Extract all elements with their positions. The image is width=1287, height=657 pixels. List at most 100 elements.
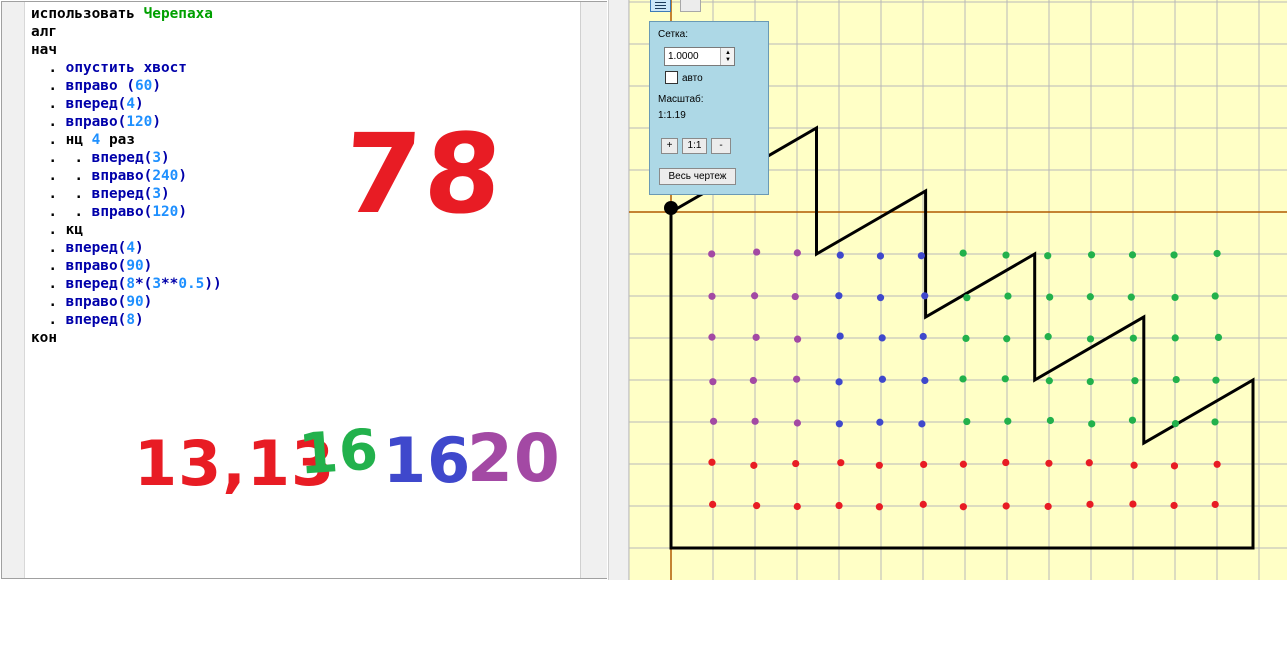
- spin-down-icon[interactable]: ▼: [725, 57, 731, 63]
- code-token: (: [144, 186, 153, 202]
- code-line[interactable]: . вперед(8*(3**0.5)): [31, 275, 222, 293]
- code-token: 3: [152, 276, 161, 292]
- count-dot: [1002, 251, 1009, 258]
- code-token: вперед: [66, 96, 118, 112]
- code-token: .: [31, 240, 66, 256]
- code-token: .: [31, 96, 66, 112]
- count-dot: [750, 377, 757, 384]
- count-dot: [836, 420, 843, 427]
- zoom-out-button[interactable]: -: [711, 138, 731, 154]
- zoom-in-button[interactable]: +: [661, 138, 678, 154]
- count-dot: [918, 252, 925, 259]
- code-line[interactable]: . вперед(4): [31, 95, 222, 113]
- code-token: (: [144, 168, 153, 184]
- count-dot: [1004, 418, 1011, 425]
- code-token: 3: [152, 150, 161, 166]
- count-dot: [921, 292, 928, 299]
- code-token: .: [31, 132, 66, 148]
- spin-up-icon[interactable]: ▲: [725, 50, 731, 56]
- count-dot: [1002, 459, 1009, 466]
- code-editor[interactable]: использовать Черепаха алг нач . опустить х…: [1, 1, 607, 579]
- count-dot: [753, 248, 760, 255]
- count-dot: [708, 459, 715, 466]
- count-dot: [794, 503, 801, 510]
- code-line[interactable]: кон: [31, 329, 222, 347]
- count-dot: [963, 294, 970, 301]
- code-token: опустить хвост: [66, 60, 187, 76]
- code-token: ): [178, 168, 187, 184]
- code-token: 3: [152, 186, 161, 202]
- annotation-count-blue: 16: [383, 424, 471, 497]
- count-dot: [835, 292, 842, 299]
- count-dot: [1172, 420, 1179, 427]
- code-line[interactable]: нач: [31, 41, 222, 59]
- code-token: ): [144, 258, 153, 274]
- code-line[interactable]: . вправо(90): [31, 257, 222, 275]
- count-dot: [960, 461, 967, 468]
- code-line[interactable]: . опустить хвост: [31, 59, 222, 77]
- code-token: вперед: [92, 186, 144, 202]
- code-token: алг: [31, 24, 57, 40]
- count-dot: [921, 377, 928, 384]
- count-dot: [1171, 294, 1178, 301]
- code-token: (: [118, 276, 127, 292]
- count-dot: [709, 501, 716, 508]
- toolbar-button[interactable]: [680, 0, 701, 12]
- code-line[interactable]: . вперед(8): [31, 311, 222, 329]
- count-dot: [1215, 334, 1222, 341]
- code-token: 0.5: [178, 276, 204, 292]
- code-line[interactable]: алг: [31, 23, 222, 41]
- code-line[interactable]: . . вперед(3): [31, 185, 222, 203]
- code-token: (: [118, 96, 127, 112]
- count-dot: [708, 293, 715, 300]
- code-token: ): [135, 96, 144, 112]
- count-dot: [960, 249, 967, 256]
- code-line[interactable]: . нц 4 раз: [31, 131, 222, 149]
- count-dot: [1171, 462, 1178, 469]
- code-token: ): [135, 240, 144, 256]
- count-dot: [752, 418, 759, 425]
- code-token: вправо: [92, 204, 144, 220]
- count-dot: [835, 378, 842, 385]
- count-dot: [837, 459, 844, 466]
- code-line[interactable]: . кц: [31, 221, 222, 239]
- code-line[interactable]: . вправо (60): [31, 77, 222, 95]
- code-line[interactable]: . . вправо(240): [31, 167, 222, 185]
- code-line[interactable]: . . вперед(3): [31, 149, 222, 167]
- auto-checkbox[interactable]: [665, 71, 678, 84]
- code-token: использовать: [31, 6, 144, 22]
- menu-button[interactable]: [650, 0, 671, 12]
- code-token: .: [31, 276, 66, 292]
- count-dot: [918, 420, 925, 427]
- code-token: ): [152, 78, 161, 94]
- code-line[interactable]: . вперед(4): [31, 239, 222, 257]
- count-dot: [876, 462, 883, 469]
- count-dot: [963, 418, 970, 425]
- count-dot: [1212, 501, 1219, 508]
- grid-step-spinner[interactable]: ▲ ▼: [720, 48, 734, 65]
- code-text[interactable]: использовать Черепаха алг нач . опустить х…: [31, 5, 222, 347]
- code-token: вперед: [92, 150, 144, 166]
- editor-scrollbar[interactable]: [580, 2, 607, 578]
- count-dot: [710, 418, 717, 425]
- code-token: вправо: [66, 78, 127, 94]
- count-dot: [960, 503, 967, 510]
- code-line[interactable]: . вправо(120): [31, 113, 222, 131]
- menu-icon-line: [655, 8, 666, 9]
- code-token: (: [118, 258, 127, 274]
- fit-drawing-button[interactable]: Весь чертеж: [659, 168, 736, 185]
- zoom-reset-button[interactable]: 1:1: [682, 138, 707, 154]
- count-dot: [753, 502, 760, 509]
- code-line[interactable]: . вправо(90): [31, 293, 222, 311]
- code-line[interactable]: . . вправо(120): [31, 203, 222, 221]
- count-dot: [1129, 417, 1136, 424]
- count-dot: [753, 334, 760, 341]
- code-line[interactable]: использовать Черепаха: [31, 5, 222, 23]
- code-token: . .: [31, 168, 92, 184]
- panel-splitter[interactable]: [608, 0, 629, 580]
- code-token: ): [135, 312, 144, 328]
- count-dot: [1087, 378, 1094, 385]
- code-token: (: [118, 312, 127, 328]
- count-dot: [794, 419, 801, 426]
- annotation-count-green: 16: [297, 417, 381, 487]
